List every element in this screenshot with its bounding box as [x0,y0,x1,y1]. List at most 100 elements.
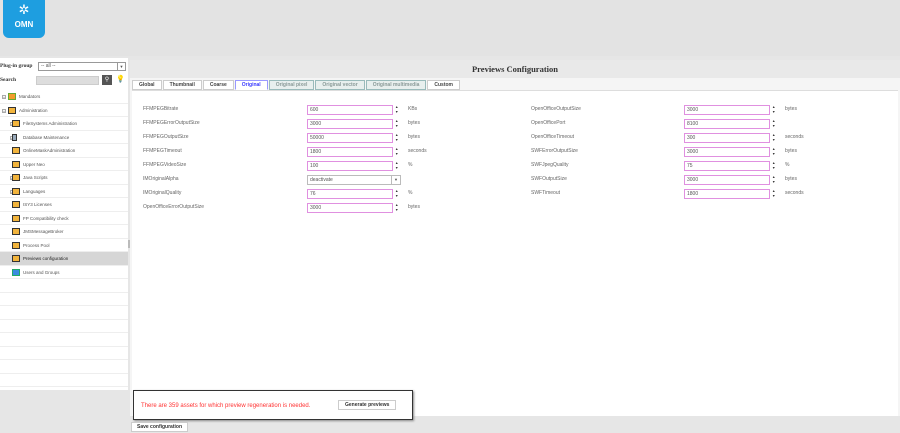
tree-item-label: Administration [19,107,48,113]
tab-original[interactable]: Original [234,80,268,90]
tree-item-label: Languages [23,188,46,194]
tree-item[interactable]: JMSMessageBroker [0,225,128,239]
spinner-arrows-icon[interactable]: ▲ ▼ [395,203,400,213]
tab-coarse[interactable]: Coarse [202,80,234,90]
spinner-arrows-icon[interactable]: ▲ ▼ [772,189,777,199]
field-input[interactable]: 1800 [307,147,393,157]
plugin-icon [12,120,20,127]
tab-global[interactable]: Global [132,80,162,90]
spinner-arrows-icon[interactable]: ▲ ▼ [395,161,400,171]
generate-previews-button[interactable]: Generate previews [338,400,397,410]
spinner-arrows-icon[interactable]: ▲ ▼ [772,105,777,115]
tab-bar: Global Thumbnail Coarse Original Original pi… [132,80,460,90]
tree-item[interactable]: FP Compatibility check [0,212,128,225]
tree-item-label: ISY3 Licenses [23,202,52,207]
main-panel: Previews Configuration Global Thumbnail Co… [130,60,900,416]
tab-custom[interactable]: Custom [427,80,460,90]
field-input[interactable]: 3000 [307,119,393,129]
field-input[interactable]: 50000 [307,133,393,143]
field-input[interactable]: 75 [684,161,770,171]
field-input[interactable]: 3000 [684,105,770,115]
search-input[interactable] [36,76,99,85]
field-unit: bytes [785,106,797,112]
spinner-arrows-icon[interactable]: ▲ ▼ [395,189,400,199]
field-input[interactable]: 3000 [684,147,770,157]
tab-original-multimedia[interactable]: Original multimedia [365,80,427,90]
field-row: SWFTimeout 1800 ▲ ▼ seconds [531,189,831,199]
spinner-arrows-icon[interactable]: ▲ ▼ [772,119,777,129]
plugin-icon [12,147,20,154]
field-label: SWFTimeout [531,190,560,196]
save-configuration-button[interactable]: Save configuration [131,422,188,432]
tree-item[interactable]: Upper Neo [0,158,128,171]
spinner-arrows-icon[interactable]: ▲ ▼ [772,175,777,185]
field-input[interactable]: 76 [307,189,393,199]
field-unit: KBs [408,106,418,112]
lightbulb-icon[interactable]: 💡 [116,75,125,83]
tree-item[interactable]: Users and Groups [0,266,128,279]
tab-original-vector[interactable]: Original vector [315,80,365,90]
field-label: IMOriginalAlpha [143,176,179,182]
tree-empty-row [0,374,128,387]
field-row: OpenOfficeErrorOutputSize 3000 ▲ ▼ bytes [143,203,443,213]
tree-item[interactable]: +FileSystems Administration [0,117,128,131]
spinner-arrows-icon[interactable]: ▲ ▼ [395,133,400,143]
field-row: SWFOutputSize 3000 ▲ ▼ bytes [531,175,831,185]
plugin-group-select[interactable]: -- all -- ▼ [38,62,126,71]
spinner-arrows-icon[interactable]: ▲ ▼ [772,133,777,143]
field-unit: seconds [785,134,804,140]
field-input[interactable]: 8100 [684,119,770,129]
field-input[interactable]: 3000 [684,175,770,185]
plugin-tree: + Mandators + Administration +FileSystems Ad… [0,90,128,387]
field-value: deactivate [310,177,333,183]
tree-item[interactable]: + Mandators [0,90,128,104]
plugin-icon [12,187,20,195]
field-label: SWFErrorOutputSize [531,148,578,154]
field-input[interactable]: 300 [684,133,770,143]
spinner-arrows-icon[interactable]: ▲ ▼ [772,147,777,157]
tab-original-pixel[interactable]: Original pixel [268,80,315,90]
field-select[interactable]: deactivate ▼ [307,175,401,185]
field-label: FFMPEGTimeout [143,148,182,154]
spinner-arrows-icon[interactable]: ▲ ▼ [395,147,400,157]
tree-item[interactable]: OnlineMaskAdministration [0,144,128,158]
field-input[interactable]: 3000 [307,203,393,213]
field-unit: seconds [408,148,427,154]
tree-empty-row [0,347,128,360]
tree-empty-row [0,306,128,320]
tree-item[interactable]: + Administration [0,104,128,117]
field-label: SWFOutputSize [531,176,567,182]
field-unit: % [785,162,790,168]
field-unit: bytes [408,120,420,126]
tree-empty-row [0,293,128,306]
tree-item[interactable]: +Database Maintenance [0,131,128,144]
spinner-arrows-icon[interactable]: ▲ ▼ [772,161,777,171]
tree-item[interactable]: Previews configuration [0,252,128,266]
field-unit: bytes [785,148,797,154]
tree-item[interactable]: ISY3 Licenses [0,198,128,212]
field-row: FFMPEGBitrate 600 ▲ ▼ KBs [143,105,443,115]
logo-text: OMN [14,20,34,29]
field-input[interactable]: 600 [307,105,393,115]
field-unit: bytes [408,204,420,210]
tree-item-label: Upper Neo [23,161,45,167]
tab-thumbnail[interactable]: Thumbnail [162,80,202,90]
tree-item[interactable]: +Java Scripts [0,171,128,185]
tree-item[interactable]: Process Pool [0,239,128,252]
field-label: FFMPEGBitrate [143,106,179,112]
expand-icon[interactable]: + [2,95,6,99]
plugin-icon [12,228,20,235]
tree-item[interactable]: +Languages [0,185,128,198]
tree-item-label: Mandators [19,94,41,99]
field-row: OpenOfficePort 8100 ▲ ▼ [531,119,831,129]
expand-icon[interactable]: + [2,108,6,113]
field-input[interactable]: 1800 [684,189,770,199]
field-label: FFMPEGOutputSize [143,134,189,140]
spinner-arrows-icon[interactable]: ▲ ▼ [395,105,400,115]
users-icon [12,268,20,276]
spinner-arrows-icon[interactable]: ▲ ▼ [395,119,400,129]
field-input[interactable]: 100 [307,161,393,171]
search-button[interactable]: ⚲ [102,75,112,85]
logo[interactable]: ✲ OMN [3,0,45,38]
tree-empty-row [0,279,128,293]
